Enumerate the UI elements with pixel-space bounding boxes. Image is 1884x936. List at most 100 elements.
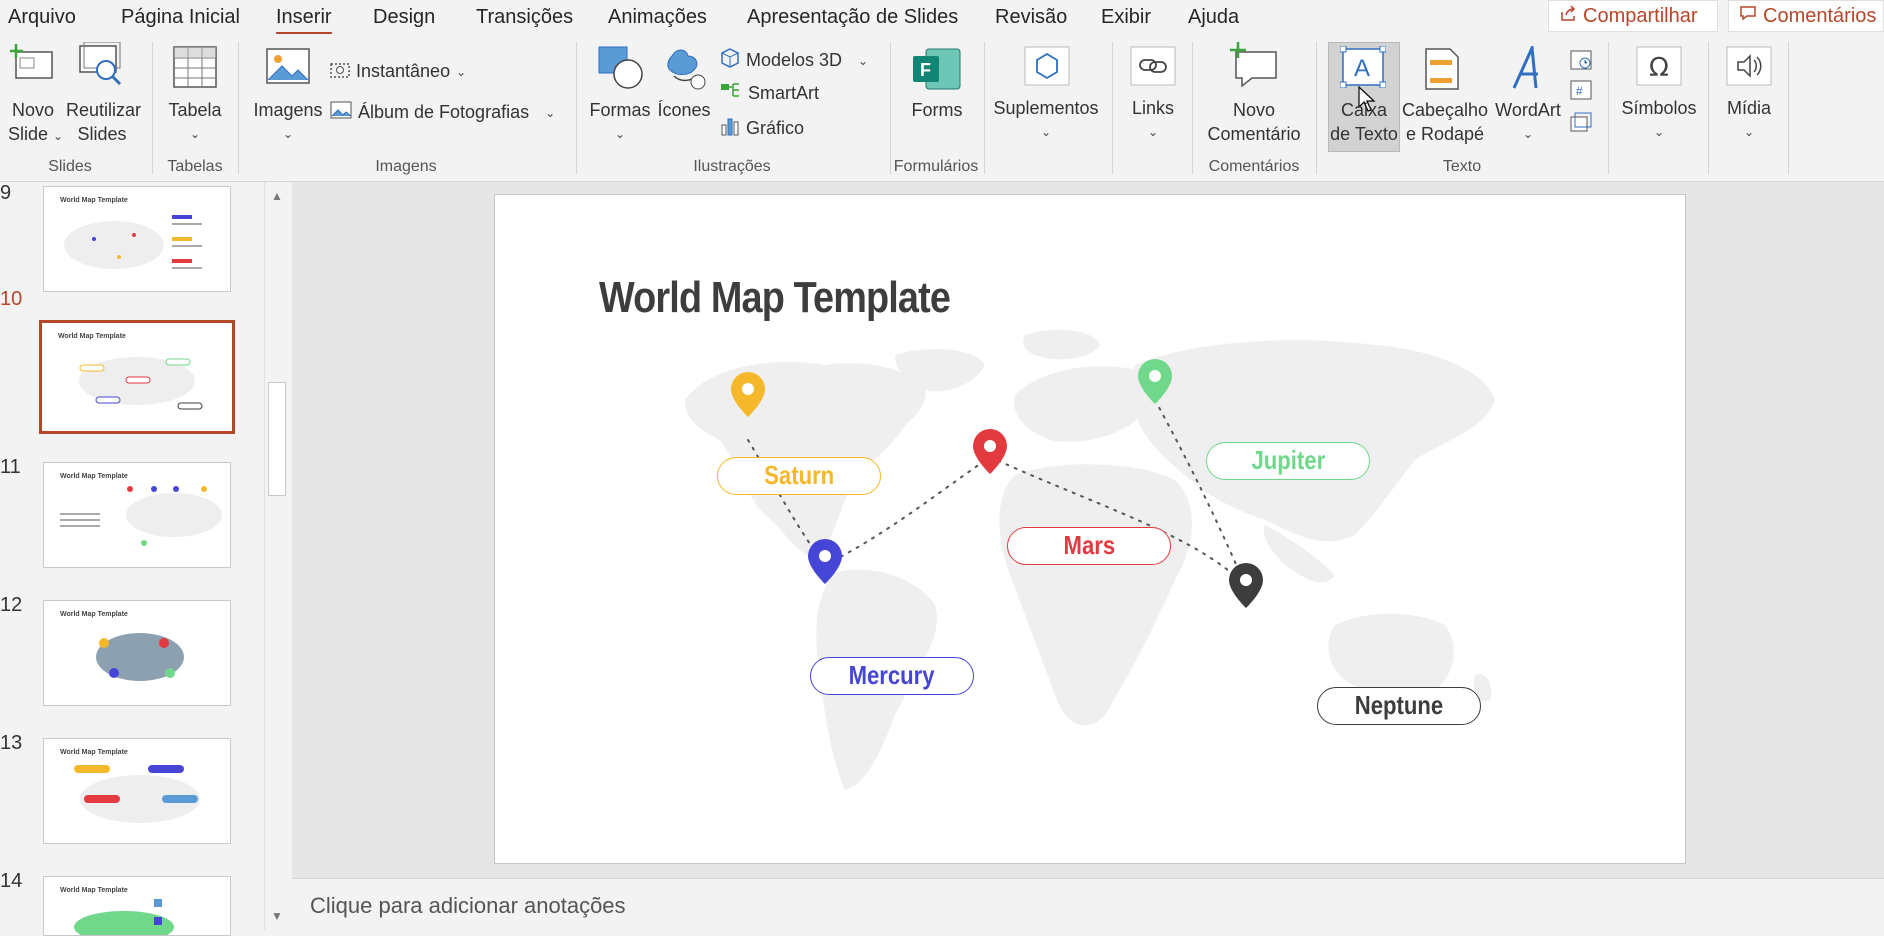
slide-thumbnail-12[interactable]: World Map Template [43,600,231,706]
images-button[interactable]: Imagens ⌄ [252,98,324,146]
text-box-button[interactable]: Caixa de Texto [1328,98,1400,146]
wordart-button[interactable]: WordArt ⌄ [1492,98,1564,146]
slide-thumbnail-9[interactable]: World Map Template [43,186,231,292]
chart-label: Gráfico [746,118,805,138]
bar-chart-icon [720,116,740,141]
shapes-icon [598,46,644,90]
symbols-label: Símbolos [1621,98,1697,118]
tab-inserir[interactable]: Inserir [276,6,332,35]
smartart-icon [720,82,742,105]
table-button[interactable]: Tabela ⌄ [164,98,226,146]
new-comment-label-2: Comentário [1207,124,1301,144]
slide-thumbnail-11[interactable]: World Map Template [43,462,231,568]
share-button[interactable]: Compartilhar [1548,0,1718,32]
comment-icon [1739,4,1757,28]
date-time-icon[interactable] [1570,48,1592,70]
slide-thumbnail-13[interactable]: World Map Template [43,738,231,844]
images-label: Imagens [253,100,323,120]
slide-thumbnail-10[interactable]: World Map Template [39,320,235,434]
tab-revisao[interactable]: Revisão [995,6,1067,29]
mercury-text: Mercury [849,660,935,690]
scrollbar-thumb[interactable] [268,382,286,496]
svg-text:#: # [1576,84,1583,98]
label-mercury[interactable]: Mercury [810,657,974,695]
thumb-number: 9 [0,182,12,204]
tab-pagina-inicial[interactable]: Página Inicial [121,6,240,29]
notes-placeholder[interactable]: Clique para adicionar anotações [310,893,626,919]
group-label-comentarios: Comentários [1208,158,1300,175]
tab-ajuda[interactable]: Ajuda [1188,6,1239,29]
tab-exibir[interactable]: Exibir [1101,6,1151,29]
separator [238,42,239,174]
symbols-button[interactable]: Símbolos ⌄ [1618,96,1700,144]
new-slide-label-1: Novo [11,100,55,120]
table-icon [173,46,217,88]
smartart-label: SmartArt [748,83,820,103]
comments-label: Comentários [1763,4,1877,27]
cube-icon [720,48,740,73]
slide-thumbnail-14[interactable]: World Map Template [43,876,231,936]
photo-album-button[interactable]: Álbum de Fotografias ⌄ [330,100,555,125]
menu-bar: Arquivo Página Inicial Inserir Design Tr… [0,0,1884,35]
pin-neptune [1229,563,1263,608]
notes-pane[interactable]: Clique para adicionar anotações [292,878,1884,930]
separator [1192,42,1193,174]
separator [890,42,891,174]
scroll-down-icon[interactable]: ▼ [267,906,287,926]
thumb-number: 11 [0,456,21,478]
icons-label: Ícones [657,100,711,120]
links-button[interactable]: Links ⌄ [1122,96,1184,144]
group-label-tabelas: Tabelas [167,158,223,175]
reuse-label-2: Slides [77,124,127,144]
smartart-button[interactable]: SmartArt [720,82,819,105]
new-comment-button[interactable]: Novo Comentário [1202,98,1306,146]
chevron-down-icon: ⌄ [614,127,626,141]
reuse-slides-button[interactable]: Reutilizar Slides [66,98,141,146]
scroll-up-icon[interactable]: ▲ [267,186,287,206]
images-icon [266,48,310,84]
group-label-formularios: Formulários [893,158,979,175]
chevron-down-icon: ⌄ [545,105,556,120]
media-button[interactable]: Mídia ⌄ [1716,96,1782,144]
slide-canvas[interactable]: World Map Template Saturn Jupiter Mars M… [494,194,1686,864]
tab-animacoes[interactable]: Animações [608,6,707,29]
speaker-icon [1726,46,1772,86]
pin-mars [973,429,1007,474]
icons-icon [662,46,706,92]
separator [1316,42,1317,174]
tab-apresentacao[interactable]: Apresentação de Slides [747,6,958,29]
slide-editing-area: World Map Template Saturn Jupiter Mars M… [292,182,1884,878]
camera-icon [330,60,350,83]
add-ins-label: Suplementos [993,98,1099,118]
3d-models-button[interactable]: Modelos 3D ⌄ [720,48,868,73]
new-slide-icon [10,42,56,82]
chevron-down-icon: ⌄ [858,53,869,68]
tab-transicoes[interactable]: Transições [476,6,573,29]
add-ins-button[interactable]: Suplementos ⌄ [992,96,1100,144]
slide-number-icon[interactable]: # [1570,80,1592,100]
label-mars[interactable]: Mars [1007,527,1171,565]
shapes-button[interactable]: Formas ⌄ [588,98,652,146]
forms-icon: F [912,48,962,90]
tab-design[interactable]: Design [373,6,435,29]
forms-button[interactable]: Forms [906,98,968,122]
slide-title[interactable]: World Map Template [599,273,951,323]
chevron-down-icon: ⌄ [1743,125,1755,139]
comments-button[interactable]: Comentários [1728,0,1884,32]
new-slide-button[interactable]: Novo Slide ⌄ [8,98,63,148]
thumbnail-scrollbar[interactable]: ▲ ▼ [264,182,288,930]
tab-arquivo[interactable]: Arquivo [8,6,76,29]
new-comment-label-1: Novo [1232,100,1276,120]
share-icon [1559,4,1577,28]
new-comment-icon [1230,42,1280,88]
label-jupiter[interactable]: Jupiter [1206,442,1370,480]
add-ins-icon [1024,46,1070,86]
chart-button[interactable]: Gráfico [720,116,804,141]
header-footer-button[interactable]: Cabeçalho e Rodapé [1402,98,1488,146]
label-neptune[interactable]: Neptune [1317,687,1481,725]
label-saturn[interactable]: Saturn [717,457,881,495]
icons-button[interactable]: Ícones [656,98,712,122]
object-icon[interactable] [1570,112,1592,132]
screenshot-button[interactable]: Instantâneo ⌄ [330,60,466,83]
screenshot-label: Instantâneo [356,61,451,81]
